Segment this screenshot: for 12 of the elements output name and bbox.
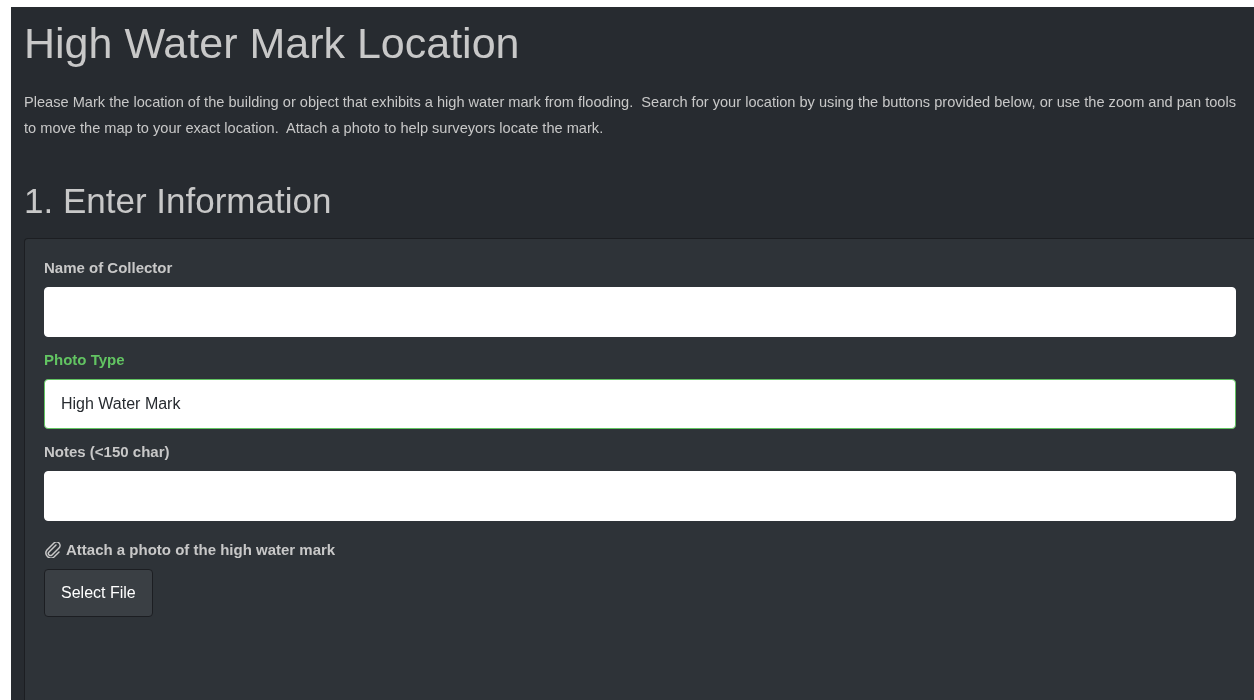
intro-text: Please Mark the location of the building or object that exhibits a high water mark from flooding. Search for your location by using the buttons provided below, or use the zoom and pan tools to move the map to your exact location. Attach a photo to help surveyors locate the mark.: [24, 93, 1237, 138]
paperclip-icon: [44, 541, 62, 558]
input-field[interactable]: High Water Mark: [44, 379, 1236, 429]
page-title: High Water Mark Location: [24, 18, 521, 69]
field-label: Photo Type: [44, 351, 126, 368]
input-field[interactable]: [44, 287, 1236, 337]
input-field[interactable]: [44, 471, 1236, 521]
field-label: Name of Collector: [44, 259, 174, 276]
field-label: Notes (<150 char): [44, 443, 171, 460]
section-title: 1. Enter Information: [24, 180, 333, 222]
attach-label: Attach a photo of the high water mark: [66, 541, 336, 558]
select-file-button[interactable]: Select File: [44, 569, 153, 617]
